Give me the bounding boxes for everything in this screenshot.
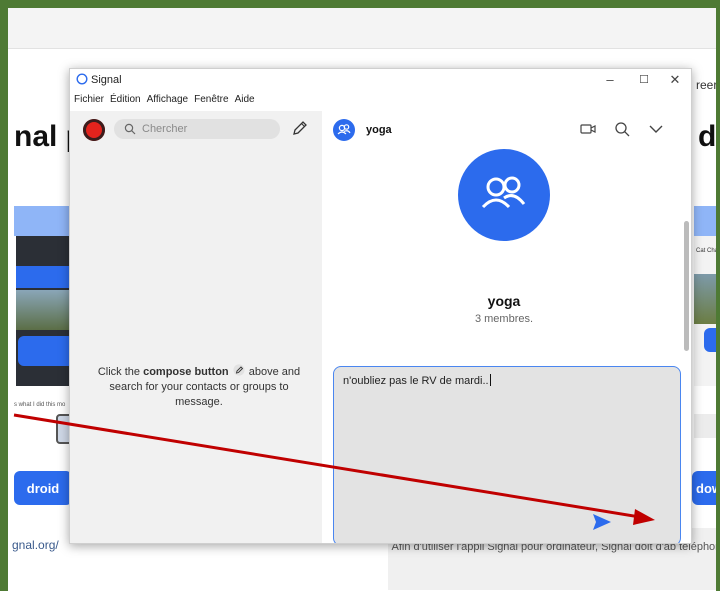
search-conversation-icon[interactable]: [613, 120, 631, 138]
phone-message-bubble: [18, 336, 74, 366]
menu-window[interactable]: Fenêtre: [194, 94, 228, 105]
conversation-pane: yoga yoga 3 membres. n'oubliez pas le RV…: [322, 111, 691, 543]
group-avatar-small[interactable]: [333, 119, 355, 141]
message-composer[interactable]: n'oubliez pas le RV de mardi..: [333, 366, 681, 543]
maximize-button[interactable]: ☐: [629, 71, 659, 89]
menu-edit[interactable]: Édition: [110, 94, 141, 105]
group-name: yoga: [487, 293, 521, 309]
draft-text: n'oubliez pas le RV de mardi..: [343, 375, 489, 387]
conversation-list-pane: Click the compose button above and searc…: [70, 111, 322, 543]
conversation-title[interactable]: yoga: [366, 124, 392, 136]
title-bar: Signal – ☐ ✕: [70, 69, 691, 91]
signal-window: Signal – ☐ ✕ Fichier Édition Affichage F…: [69, 68, 692, 544]
menu-view[interactable]: Affichage: [147, 94, 189, 105]
menu-file[interactable]: Fichier: [74, 94, 104, 105]
group-large-icon: [481, 176, 526, 209]
conversation-header: yoga: [322, 111, 691, 147]
website-small-caption: s what I did this mo: [14, 402, 66, 408]
search-icon: [124, 123, 136, 135]
android-download-button[interactable]: droid: [14, 471, 72, 505]
minimize-button[interactable]: –: [595, 71, 625, 89]
phone-chat-label: Cat Chat: [696, 248, 720, 254]
profile-avatar[interactable]: [83, 119, 105, 141]
send-icon[interactable]: [591, 512, 613, 532]
website-link[interactable]: gnal.org/: [12, 538, 59, 552]
search-input[interactable]: [142, 119, 272, 139]
website-banner-left: [14, 206, 76, 236]
website-phone-screenshot-right: Cat Chat: [694, 236, 720, 386]
group-members-count: 3 membres.: [474, 313, 534, 325]
signal-logo-icon: [76, 73, 88, 85]
close-button[interactable]: ✕: [660, 71, 690, 89]
hint-text-part1: Click the: [97, 366, 144, 378]
windows-download-button[interactable]: dows: [692, 471, 716, 505]
message-draft[interactable]: n'oubliez pas le RV de mardi..: [343, 374, 491, 387]
website-gray-bar: [694, 414, 716, 438]
hint-compose-label: compose button: [143, 366, 229, 378]
group-avatar-large: [458, 149, 550, 241]
conversation-scrollbar[interactable]: [684, 221, 689, 351]
compose-pencil-icon[interactable]: [291, 119, 309, 137]
window-title: Signal: [91, 74, 122, 86]
menu-help[interactable]: Aide: [235, 94, 255, 105]
search-box[interactable]: [114, 119, 280, 139]
video-call-icon[interactable]: [579, 120, 597, 138]
chevron-down-icon[interactable]: [647, 120, 665, 138]
compose-hint-text: Click the compose button above and searc…: [90, 364, 308, 410]
hint-pencil-icon: [233, 364, 245, 376]
group-icon: [337, 124, 351, 135]
browser-top-bar: [8, 8, 716, 49]
website-heading-right: di: [698, 120, 717, 153]
text-cursor: [489, 374, 491, 386]
website-nav-link[interactable]: reers: [696, 78, 716, 92]
phone-bubble-right: [704, 328, 716, 352]
phone-photo-right: [694, 274, 716, 324]
website-banner-right: [694, 206, 716, 236]
menu-bar: Fichier Édition Affichage Fenêtre Aide: [74, 94, 255, 105]
